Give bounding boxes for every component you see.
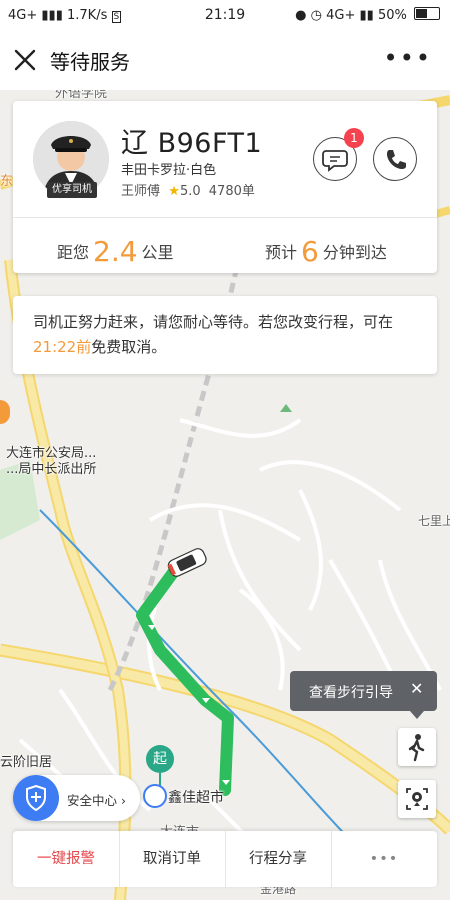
shield-graphic bbox=[26, 784, 46, 812]
network-type-right: 4G+ bbox=[326, 8, 356, 23]
license-plate: 辽 B96FT1 bbox=[121, 128, 263, 159]
phone-icon bbox=[387, 150, 406, 169]
safety-center-button[interactable]: 安全中心 › bbox=[13, 775, 140, 821]
locate-button[interactable] bbox=[398, 780, 436, 818]
cancel-notice: 司机正努力赶来，请您耐心等待。若您改变行程，可在 21:22前免费取消。 bbox=[13, 296, 437, 374]
more-actions-button[interactable]: ••• bbox=[331, 831, 437, 887]
eta-value: 6 bbox=[301, 235, 319, 268]
start-marker: 起 bbox=[146, 745, 174, 773]
battery-icon bbox=[414, 7, 440, 20]
tooltip-arrow bbox=[410, 711, 424, 719]
distance-unit: 公里 bbox=[141, 243, 174, 262]
user-location-icon bbox=[143, 784, 167, 808]
eta-unit: 分钟到达 bbox=[322, 243, 387, 262]
alarm-icon: ◷ bbox=[310, 8, 322, 23]
map-label-qili: 七里上 bbox=[418, 514, 450, 528]
driver-rating: 5.0 bbox=[179, 184, 201, 199]
signal-icon-right: ▮▮ bbox=[359, 8, 374, 23]
map-label-street: 外语学院 bbox=[55, 90, 108, 101]
notice-text: 司机正努力赶来，请您耐心等待。若您改变行程，可在 21:22前免费取消。 bbox=[33, 310, 425, 360]
car-icon bbox=[167, 548, 207, 577]
location-icon: ● bbox=[295, 8, 307, 23]
battery-percent: 50% bbox=[377, 8, 407, 23]
status-bar: 4G+ ▮▮▮ 1.7K/s S 21:19 ● ◷ 4G+ ▮▮ 50% bbox=[0, 0, 450, 32]
unread-badge: 1 bbox=[344, 128, 364, 148]
mountain-icon bbox=[280, 404, 292, 412]
notice-deadline: 21:22前 bbox=[33, 338, 92, 356]
map-label-yunjie: 云阶旧居 bbox=[0, 755, 53, 770]
map-label-police-2: ...局中长派出所 bbox=[6, 462, 97, 477]
phone-button[interactable] bbox=[373, 137, 417, 181]
driver-card: 优享司机 辽 B96FT1 丰田卡罗拉·白色 王师傅 ★5.0 4780单 1 … bbox=[13, 101, 437, 273]
nav-bar: 等待服务 ••• bbox=[0, 32, 450, 90]
car-model: 丰田卡罗拉·白色 bbox=[121, 163, 217, 178]
walk-icon bbox=[408, 734, 425, 762]
eta-prefix: 预计 bbox=[265, 243, 298, 262]
driver-badge: 优享司机 bbox=[47, 182, 97, 198]
walk-guide-label: 查看步行引导 bbox=[309, 685, 393, 701]
eta-info: 预计 6 分钟到达 bbox=[265, 235, 387, 268]
cancel-order-button[interactable]: 取消订单 bbox=[119, 831, 226, 887]
distance-prefix: 距您 bbox=[57, 243, 90, 262]
driver-info: 王师傅 ★5.0 4780单 bbox=[121, 180, 255, 199]
distance-value: 2.4 bbox=[93, 235, 138, 268]
driver-orders: 4780单 bbox=[208, 184, 255, 199]
notice-text-end: 免费取消。 bbox=[91, 338, 167, 356]
shield-icon bbox=[13, 775, 59, 821]
more-icon[interactable]: ••• bbox=[384, 44, 432, 72]
star-icon: ★ bbox=[164, 184, 180, 199]
bottom-action-bar: 一键报警 取消订单 行程分享 ••• bbox=[13, 831, 437, 887]
distance-info: 距您 2.4 公里 bbox=[57, 235, 174, 268]
chevron-right-icon: › bbox=[121, 793, 126, 808]
page-title: 等待服务 bbox=[50, 50, 130, 74]
locate-icon bbox=[406, 788, 428, 810]
tooltip-close-icon[interactable]: ✕ bbox=[410, 679, 423, 698]
status-right: ● ◷ 4G+ ▮▮ 50% bbox=[295, 7, 440, 23]
close-icon[interactable] bbox=[12, 47, 38, 73]
safety-center-text: 安全中心 bbox=[67, 793, 118, 808]
map-label-market: 鑫佳超市 bbox=[168, 790, 224, 806]
card-divider bbox=[13, 217, 437, 218]
notice-text-main: 司机正努力赶来，请您耐心等待。若您改变行程，可在 bbox=[33, 313, 394, 331]
emergency-alarm-button[interactable]: 一键报警 bbox=[13, 831, 120, 887]
map-label-east: 东 bbox=[0, 174, 14, 189]
safety-center-label: 安全中心 › bbox=[67, 790, 126, 809]
driver-name: 王师傅 bbox=[121, 184, 161, 199]
walk-button[interactable] bbox=[398, 728, 436, 766]
share-trip-button[interactable]: 行程分享 bbox=[225, 831, 332, 887]
walk-guide-tooltip[interactable]: 查看步行引导 ✕ bbox=[290, 671, 437, 711]
